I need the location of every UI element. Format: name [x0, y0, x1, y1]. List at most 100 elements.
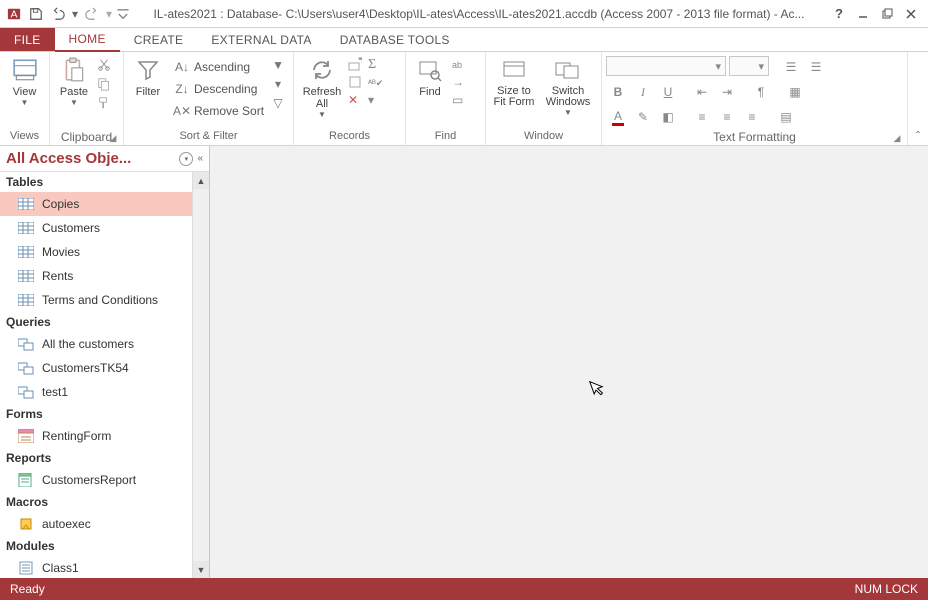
font-color-icon[interactable]: A [606, 106, 630, 128]
nav-collapse-icon[interactable]: « [197, 153, 203, 164]
group-views: View ▼ Views [0, 52, 50, 145]
underline-icon[interactable]: U [656, 81, 680, 103]
group-label-textfmt: Text Formatting◢ [606, 130, 903, 145]
undo-icon[interactable] [48, 4, 68, 24]
ascending-button[interactable]: A↓Ascending [170, 56, 268, 78]
close-icon[interactable] [900, 4, 922, 24]
ascending-label: Ascending [194, 60, 250, 74]
nav-item-rentingform[interactable]: RentingForm [0, 424, 209, 448]
scroll-track[interactable] [193, 189, 209, 561]
cut-icon[interactable] [96, 57, 112, 73]
toggle-filter-icon[interactable]: ▽ [270, 95, 286, 111]
cursor-icon [588, 376, 609, 402]
filter-button[interactable]: Filter [128, 54, 168, 98]
table-icon [18, 197, 34, 211]
copy-icon[interactable] [96, 76, 112, 92]
nav-section-forms[interactable]: Forms« [0, 404, 209, 424]
restore-icon[interactable] [876, 4, 898, 24]
find-button[interactable]: Find [410, 54, 450, 98]
tab-create[interactable]: CREATE [120, 28, 198, 51]
descending-button[interactable]: Z↓Descending [170, 78, 268, 100]
tab-external-data[interactable]: EXTERNAL DATA [197, 28, 325, 51]
nav-section-reports[interactable]: Reports« [0, 448, 209, 468]
switch-windows-button[interactable]: Switch Windows ▼ [540, 54, 596, 117]
nav-item-rents[interactable]: Rents [0, 264, 209, 288]
numbering-icon[interactable]: ☰ [804, 56, 828, 78]
nav-item-class1[interactable]: Class1 [0, 556, 209, 578]
nav-filter-icon[interactable]: ▾ [179, 152, 193, 166]
nav-section-macros[interactable]: Macros« [0, 492, 209, 512]
alternate-row-color-icon[interactable]: ▤ [774, 106, 798, 128]
nav-item-label: Class1 [42, 561, 79, 575]
nav-item-label: All the customers [42, 337, 134, 351]
align-right-icon[interactable]: ≡ [740, 106, 764, 128]
redo-dropdown-icon[interactable]: ▾ [104, 4, 114, 24]
nav-item-terms[interactable]: Terms and Conditions [0, 288, 209, 312]
nav-item-customersreport[interactable]: CustomersReport [0, 468, 209, 492]
fill-color-icon[interactable]: ◧ [656, 106, 680, 128]
highlight-icon[interactable]: ✎ [631, 106, 655, 128]
nav-item-test1[interactable]: test1 [0, 380, 209, 404]
tab-database-tools[interactable]: DATABASE TOOLS [326, 28, 464, 51]
group-label-find: Find [410, 130, 481, 145]
view-button[interactable]: View ▼ [4, 54, 45, 107]
size-to-fit-button[interactable]: Size to Fit Form [490, 54, 538, 108]
delete-record-icon[interactable]: ✕ [348, 93, 366, 111]
nav-item-movies[interactable]: Movies [0, 240, 209, 264]
access-app-icon[interactable]: A [4, 4, 24, 24]
more-records-icon[interactable]: ▾ [368, 93, 386, 111]
goto-icon[interactable]: → [452, 75, 472, 93]
nav-section-tables[interactable]: Tables« [0, 172, 209, 192]
tab-file[interactable]: FILE [0, 28, 55, 51]
selection-filter-icon[interactable]: ▼ [270, 57, 286, 73]
align-center-icon[interactable]: ≡ [715, 106, 739, 128]
group-records: Refresh All ▼ ✚ ✕ Σ ᴬᴮ✔ ▾ Records [294, 52, 406, 145]
nav-item-label: autoexec [42, 517, 91, 531]
undo-dropdown-icon[interactable]: ▾ [70, 4, 80, 24]
align-left-icon[interactable]: ≡ [690, 106, 714, 128]
nav-item-customers[interactable]: Customers [0, 216, 209, 240]
font-size-combo[interactable]: ▾ [729, 56, 769, 76]
redo-icon[interactable] [82, 4, 102, 24]
dialog-launcher-icon[interactable]: ◢ [891, 133, 903, 145]
report-icon [18, 473, 34, 487]
remove-sort-button[interactable]: A✕Remove Sort [170, 100, 268, 122]
nav-scrollbar[interactable]: ▲ ▼ [192, 172, 209, 578]
replace-icon[interactable]: ab [452, 57, 472, 75]
font-family-combo[interactable]: ▾ [606, 56, 726, 76]
nav-item-autoexec[interactable]: autoexec [0, 512, 209, 536]
nav-pane-header[interactable]: All Access Obje... ▾ « [0, 146, 209, 172]
scroll-down-icon[interactable]: ▼ [193, 561, 209, 578]
totals-icon[interactable]: Σ [368, 57, 386, 75]
indent-decrease-icon[interactable]: ⇤ [690, 81, 714, 103]
save-icon[interactable] [26, 4, 46, 24]
new-record-icon[interactable]: ✚ [348, 57, 366, 75]
italic-icon[interactable]: I [631, 81, 655, 103]
paste-button[interactable]: Paste ▼ [54, 54, 94, 107]
dropdown-caret-icon: ▼ [318, 110, 326, 119]
qat-customize-icon[interactable] [116, 4, 130, 24]
advanced-filter-icon[interactable]: ▾ [270, 76, 286, 92]
spelling-icon[interactable]: ᴬᴮ✔ [368, 75, 386, 93]
nav-item-customerstk54[interactable]: CustomersTK54 [0, 356, 209, 380]
quick-access-toolbar: A ▾ ▾ [0, 4, 130, 24]
save-record-icon[interactable] [348, 75, 366, 93]
format-painter-icon[interactable] [96, 95, 112, 111]
nav-section-queries[interactable]: Queries« [0, 312, 209, 332]
nav-item-all-customers[interactable]: All the customers [0, 332, 209, 356]
nav-section-modules[interactable]: Modules« [0, 536, 209, 556]
collapse-ribbon-icon[interactable]: ˆ [908, 52, 928, 145]
indent-increase-icon[interactable]: ⇥ [715, 81, 739, 103]
bold-icon[interactable]: B [606, 81, 630, 103]
bullets-icon[interactable]: ☰ [779, 56, 803, 78]
dialog-launcher-icon[interactable]: ◢ [107, 133, 119, 145]
tab-home[interactable]: HOME [55, 28, 120, 52]
scroll-up-icon[interactable]: ▲ [193, 172, 209, 189]
minimize-icon[interactable] [852, 4, 874, 24]
gridlines-icon[interactable]: ▦ [783, 81, 807, 103]
text-direction-icon[interactable]: ¶ [749, 81, 773, 103]
nav-item-copies[interactable]: Copies [0, 192, 209, 216]
refresh-all-button[interactable]: Refresh All ▼ [298, 54, 346, 119]
help-icon[interactable]: ? [828, 4, 850, 24]
select-icon[interactable]: ▭ [452, 93, 472, 111]
